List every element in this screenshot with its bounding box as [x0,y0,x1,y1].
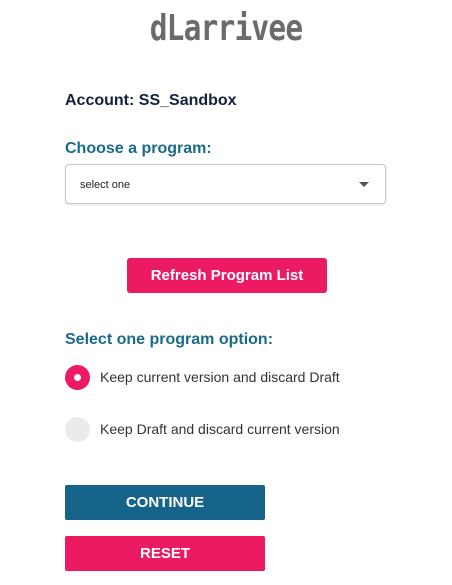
program-option-keep-current[interactable]: Keep current version and discard Draft [65,364,340,390]
caret-down-icon [359,182,369,187]
program-option-heading: Select one program option: [65,331,274,348]
program-select-value: select one [80,179,131,191]
radio-unchecked-icon[interactable] [65,416,90,442]
radio-checked-icon[interactable] [65,364,90,390]
refresh-program-list-button[interactable]: Refresh Program List [127,258,327,293]
app-logo: dLarrivee [149,8,303,49]
account-label: Account: SS_Sandbox [65,92,237,109]
page: dLarrivee Account: SS_Sandbox Choose a p… [0,0,452,585]
program-option-label: Keep Draft and discard current version [100,421,340,437]
program-option-label: Keep current version and discard Draft [100,369,340,385]
choose-program-label: Choose a program: [65,140,212,157]
program-select[interactable]: select one [65,164,386,204]
reset-button[interactable]: RESET [65,536,265,571]
program-option-keep-draft[interactable]: Keep Draft and discard current version [65,416,340,442]
continue-button[interactable]: CONTINUE [65,485,265,520]
